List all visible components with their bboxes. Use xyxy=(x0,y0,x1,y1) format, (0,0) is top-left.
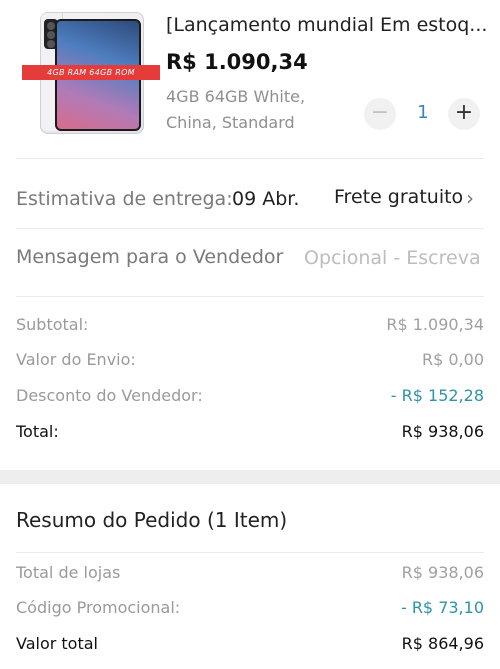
product-title[interactable]: [Lançamento mundial Em estoq... xyxy=(166,14,496,36)
total-row: Total: R$ 938,06 xyxy=(16,422,484,446)
divider xyxy=(16,228,484,229)
section-separator xyxy=(0,470,500,484)
order-summary-title: Resumo do Pedido (1 Item) xyxy=(16,508,288,532)
divider xyxy=(16,296,484,297)
seller-discount-label: Desconto do Vendedor: xyxy=(16,386,203,405)
delivery-estimate-label: Estimativa de entrega: xyxy=(16,188,233,210)
seller-message-input[interactable] xyxy=(304,244,500,272)
variant-line-2: China, Standard xyxy=(166,113,295,132)
shipping-cost-row: Valor do Envio: R$ 0,00 xyxy=(16,350,484,374)
store-total-row: Total de lojas R$ 938,06 xyxy=(16,563,484,587)
quantity-value[interactable]: 1 xyxy=(410,102,436,123)
store-total-value: R$ 938,06 xyxy=(401,563,484,582)
divider xyxy=(16,552,484,553)
promo-code-label: Código Promocional: xyxy=(16,598,181,617)
product-thumbnail[interactable]: 4GB RAM 64GB ROM xyxy=(22,8,164,136)
quantity-decrease-button[interactable]: − xyxy=(364,98,396,130)
subtotal-row: Subtotal: R$ 1.090,34 xyxy=(16,315,484,339)
grand-total-value: R$ 864,96 xyxy=(401,634,484,653)
grand-total-label: Valor total xyxy=(16,634,98,653)
seller-discount-value: - R$ 152,28 xyxy=(390,386,484,405)
variant-line-1: 4GB 64GB White, xyxy=(166,87,306,106)
quantity-increase-button[interactable]: + xyxy=(448,98,480,130)
product-variant[interactable]: 4GB 64GB White, China, Standard xyxy=(166,84,356,136)
product-item: 4GB RAM 64GB ROM [Lançamento mundial Em … xyxy=(0,0,500,150)
total-label: Total: xyxy=(16,422,59,441)
ram-rom-badge: 4GB RAM 64GB ROM xyxy=(22,65,160,80)
promo-code-value: - R$ 73,10 xyxy=(400,598,484,617)
store-total-label: Total de lojas xyxy=(16,563,121,582)
grand-total-row: Valor total R$ 864,96 xyxy=(16,634,484,658)
shipping-cost-value: R$ 0,00 xyxy=(421,350,484,369)
chevron-right-icon[interactable]: › xyxy=(466,186,474,210)
delivery-date: 09 Abr. xyxy=(232,188,300,210)
product-price: R$ 1.090,34 xyxy=(166,50,308,74)
seller-message-label: Mensagem para o Vendedor xyxy=(16,246,284,268)
shipping-cost-label: Valor do Envio: xyxy=(16,350,136,369)
promo-code-row[interactable]: Código Promocional: - R$ 73,10 xyxy=(16,598,484,622)
seller-discount-row: Desconto do Vendedor: - R$ 152,28 xyxy=(16,386,484,410)
subtotal-label: Subtotal: xyxy=(16,315,89,334)
subtotal-value: R$ 1.090,34 xyxy=(386,315,484,334)
total-value: R$ 938,06 xyxy=(401,422,484,441)
shipping-option[interactable]: Frete gratuito xyxy=(334,186,463,208)
divider xyxy=(16,158,484,159)
